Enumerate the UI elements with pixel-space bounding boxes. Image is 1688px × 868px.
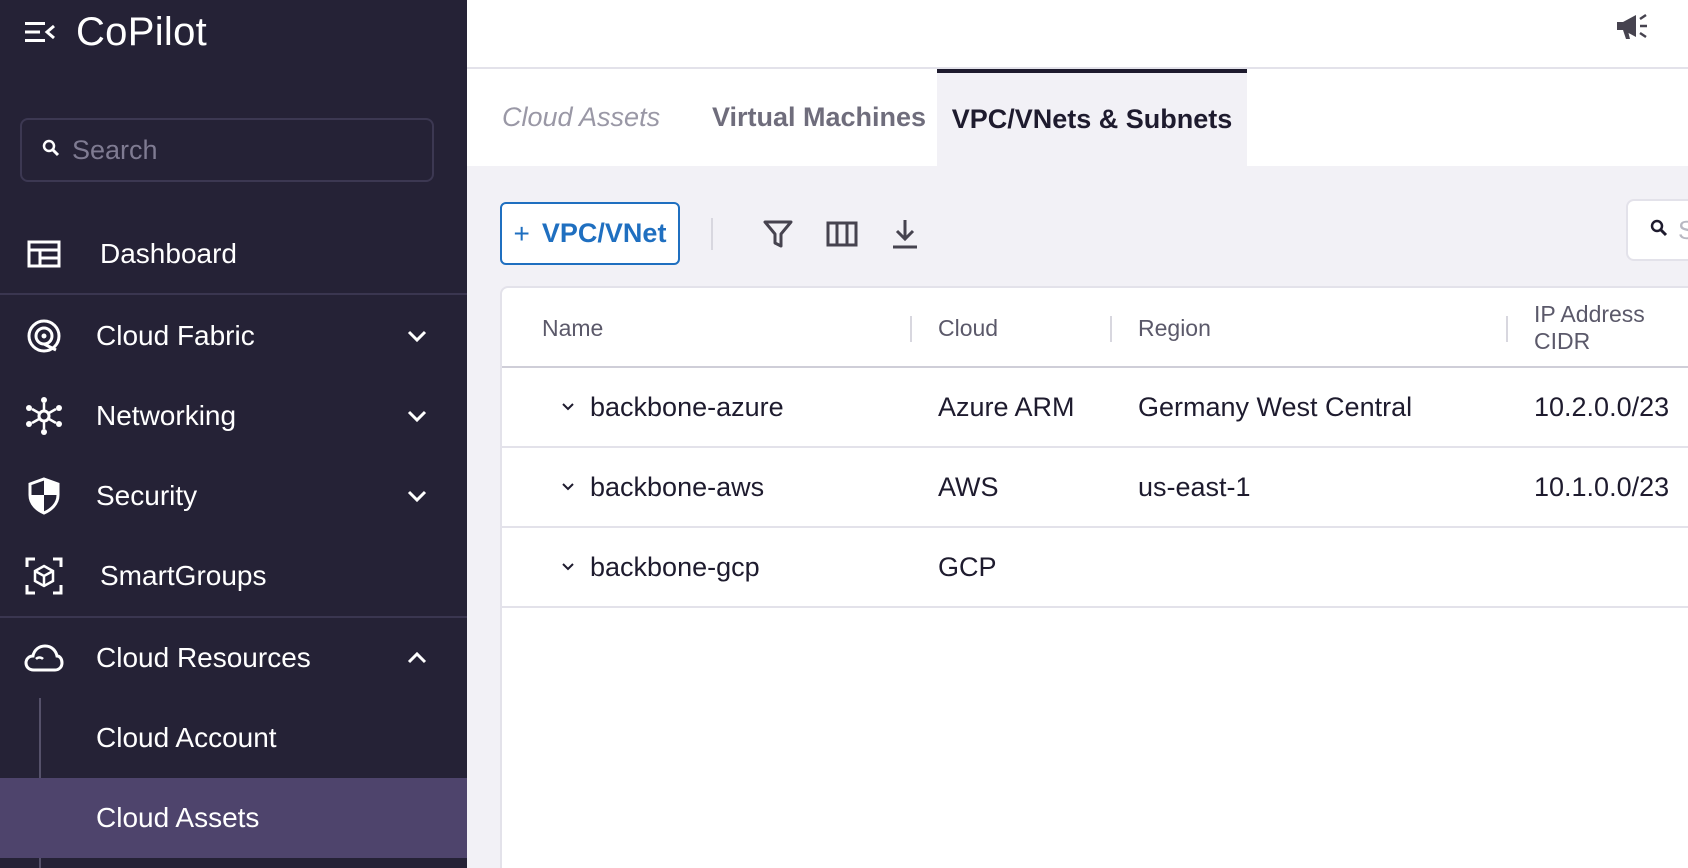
app-title: CoPilot bbox=[76, 9, 208, 54]
column-header-region[interactable]: Region bbox=[1138, 288, 1211, 368]
breadcrumb[interactable]: Cloud Assets bbox=[502, 69, 660, 166]
toolbar-divider bbox=[711, 218, 713, 250]
tab-vpc-vnets-subnets[interactable]: VPC/VNets & Subnets bbox=[937, 69, 1247, 166]
sidebar-item-label: Cloud Resources bbox=[96, 642, 311, 673]
chevron-down-icon bbox=[405, 404, 429, 428]
column-resizer[interactable] bbox=[910, 316, 912, 342]
sidebar-item-networking[interactable]: Networking bbox=[0, 377, 467, 455]
cell-name: backbone-gcp bbox=[590, 551, 760, 582]
cell-cidr: 10.2.0.0/23 bbox=[1534, 391, 1670, 422]
cell-cloud: AWS bbox=[938, 471, 999, 502]
shield-icon bbox=[24, 476, 64, 516]
sidebar-item-security[interactable]: Security bbox=[0, 457, 467, 535]
chevron-down-icon[interactable] bbox=[556, 475, 580, 499]
sidebar-item-label: Networking bbox=[96, 400, 237, 431]
search-icon bbox=[1650, 219, 1668, 242]
cell-cloud: Azure ARM bbox=[938, 391, 1075, 422]
sidebar-search[interactable] bbox=[20, 118, 434, 182]
filter-icon[interactable] bbox=[758, 214, 798, 254]
megaphone-icon[interactable] bbox=[1612, 6, 1652, 46]
cell-cloud: GCP bbox=[938, 551, 997, 582]
column-header-name[interactable]: Name bbox=[542, 288, 603, 368]
tab-virtual-machines[interactable]: Virtual Machines bbox=[712, 69, 926, 166]
table-header: Name Cloud Region IP Address CIDR bbox=[502, 288, 1688, 368]
sidebar-subitem-cloud-assets[interactable]: Cloud Assets bbox=[0, 778, 467, 858]
collapse-menu-icon[interactable] bbox=[24, 16, 56, 48]
chevron-down-icon bbox=[405, 484, 429, 508]
sidebar-item-label: SmartGroups bbox=[100, 560, 267, 591]
cloud-icon bbox=[24, 638, 64, 678]
table-search-input[interactable] bbox=[1678, 214, 1688, 246]
table-row[interactable]: backbone-azure Azure ARM Germany West Ce… bbox=[502, 368, 1688, 448]
chevron-up-icon bbox=[405, 646, 429, 670]
table-search[interactable] bbox=[1626, 199, 1688, 261]
sidebar-item-label: Cloud Fabric bbox=[96, 320, 255, 351]
chevron-down-icon[interactable] bbox=[556, 555, 580, 579]
column-header-cloud[interactable]: Cloud bbox=[938, 288, 998, 368]
sidebar-item-cloud-fabric[interactable]: Cloud Fabric bbox=[0, 297, 467, 375]
download-icon[interactable] bbox=[885, 214, 925, 254]
cell-name: backbone-aws bbox=[590, 471, 765, 502]
smartgroups-icon bbox=[24, 556, 64, 596]
top-bar bbox=[467, 0, 1688, 69]
sidebar: CoPilot Dashboard Cloud Fabric Networkin… bbox=[0, 0, 467, 868]
cloud-fabric-icon bbox=[24, 316, 64, 356]
add-vpc-vnet-button[interactable]: + VPC/VNet bbox=[500, 202, 680, 265]
column-resizer[interactable] bbox=[1506, 316, 1508, 342]
column-header-cidr[interactable]: IP Address CIDR bbox=[1534, 288, 1688, 368]
tab-bar: Cloud Assets Virtual Machines VPC/VNets … bbox=[467, 69, 1688, 166]
table-row[interactable]: backbone-gcp GCP bbox=[502, 528, 1688, 608]
dashboard-icon bbox=[24, 234, 64, 274]
table-row[interactable]: backbone-aws AWS us-east-1 10.1.0.0/23 bbox=[502, 448, 1688, 528]
chevron-down-icon[interactable] bbox=[556, 395, 580, 419]
search-icon bbox=[42, 139, 60, 162]
sidebar-item-label: Security bbox=[96, 480, 198, 511]
networking-icon bbox=[24, 396, 64, 436]
sidebar-divider bbox=[0, 293, 467, 295]
column-resizer[interactable] bbox=[1110, 316, 1112, 342]
sidebar-subitem-cloud-account[interactable]: Cloud Account bbox=[0, 698, 467, 778]
add-vpc-vnet-label: VPC/VNet bbox=[541, 218, 667, 248]
sidebar-divider bbox=[0, 616, 467, 618]
sidebar-search-input[interactable] bbox=[72, 134, 402, 166]
cell-cidr: 10.1.0.0/23 bbox=[1534, 471, 1670, 502]
cell-region: us-east-1 bbox=[1138, 471, 1251, 502]
columns-icon[interactable] bbox=[822, 214, 862, 254]
cell-name: backbone-azure bbox=[590, 391, 784, 422]
sidebar-item-dashboard[interactable]: Dashboard bbox=[0, 215, 467, 293]
sidebar-subitem-label: Cloud Account bbox=[96, 722, 277, 753]
plus-icon: + bbox=[513, 217, 530, 249]
sidebar-subitem-label: Cloud Assets bbox=[96, 802, 260, 833]
cell-region: Germany West Central bbox=[1138, 391, 1413, 422]
brand: CoPilot bbox=[24, 8, 207, 56]
vpc-table: Name Cloud Region IP Address CIDR backbo… bbox=[500, 286, 1688, 868]
sidebar-item-smartgroups[interactable]: SmartGroups bbox=[0, 537, 467, 615]
sidebar-item-cloud-resources[interactable]: Cloud Resources bbox=[0, 619, 467, 697]
sidebar-item-label: Dashboard bbox=[100, 238, 237, 269]
chevron-down-icon bbox=[405, 324, 429, 348]
